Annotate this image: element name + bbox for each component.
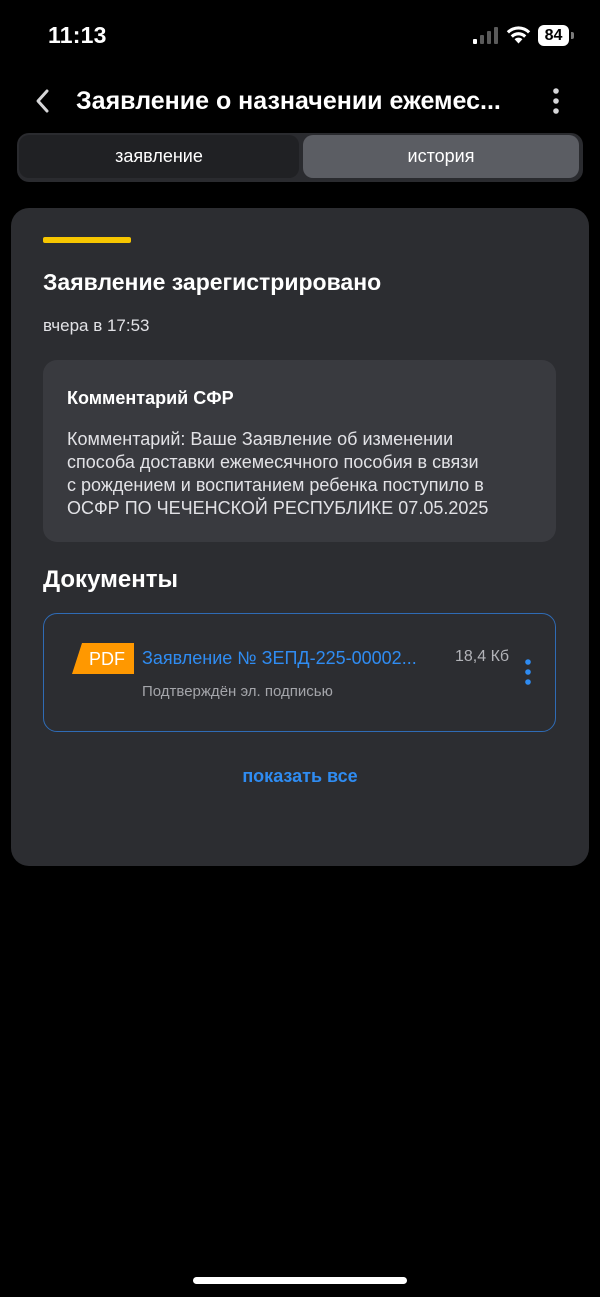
show-all-link[interactable]: показать все: [11, 766, 589, 787]
document-signature-status: Подтверждён эл. подписью: [142, 683, 333, 700]
history-card: Заявление зарегистрировано вчера в 17:53…: [11, 208, 589, 866]
status-bar: 11:13 84: [0, 0, 600, 72]
document-item[interactable]: PDF Заявление № ЗЕПД-225-00002... 18,4 К…: [43, 613, 556, 732]
document-menu-icon[interactable]: [518, 657, 538, 687]
status-accent-line: [43, 237, 131, 243]
event-time: вчера в 17:53: [43, 316, 150, 335]
comment-box: Комментарий СФР Комментарий: Ваше Заявле…: [43, 360, 556, 542]
comment-text: Комментарий: Ваше Заявление об изменении…: [67, 428, 547, 520]
battery-level: 84: [538, 25, 569, 46]
segmented-tabs: заявление история: [17, 133, 583, 182]
page-title: Заявление о назначении ежемес...: [76, 87, 501, 115]
document-name-link[interactable]: Заявление № ЗЕПД-225-00002...: [142, 648, 442, 669]
signal-icon: [473, 26, 501, 44]
top-app-bar: Заявление о назначении ежемес...: [0, 78, 600, 124]
comment-line: способа доставки ежемесячного пособия в …: [67, 452, 479, 472]
comment-title: Комментарий СФР: [67, 388, 234, 408]
tab-history[interactable]: история: [303, 135, 579, 178]
pdf-icon: PDF: [72, 643, 134, 674]
vertical-dots-icon[interactable]: [544, 86, 568, 116]
document-size: 18,4 Кб: [455, 648, 510, 665]
tab-application[interactable]: заявление: [19, 135, 299, 178]
documents-title: Документы: [43, 566, 178, 593]
chevron-left-icon[interactable]: [30, 86, 56, 116]
wifi-icon: [506, 26, 531, 44]
comment-line: ОСФР ПО ЧЕЧЕНСКОЙ РЕСПУБЛИКЕ 07.05.2025: [67, 498, 489, 518]
event-title: Заявление зарегистрировано: [43, 269, 382, 295]
status-time: 11:13: [48, 22, 107, 48]
battery-icon: 84: [538, 25, 574, 46]
pdf-badge-label: PDF: [89, 649, 125, 669]
comment-line: с рождением и воспитанием ребенка поступ…: [67, 475, 484, 495]
home-indicator: [193, 1277, 407, 1284]
comment-line: Комментарий: Ваше Заявление об изменении: [67, 429, 454, 449]
